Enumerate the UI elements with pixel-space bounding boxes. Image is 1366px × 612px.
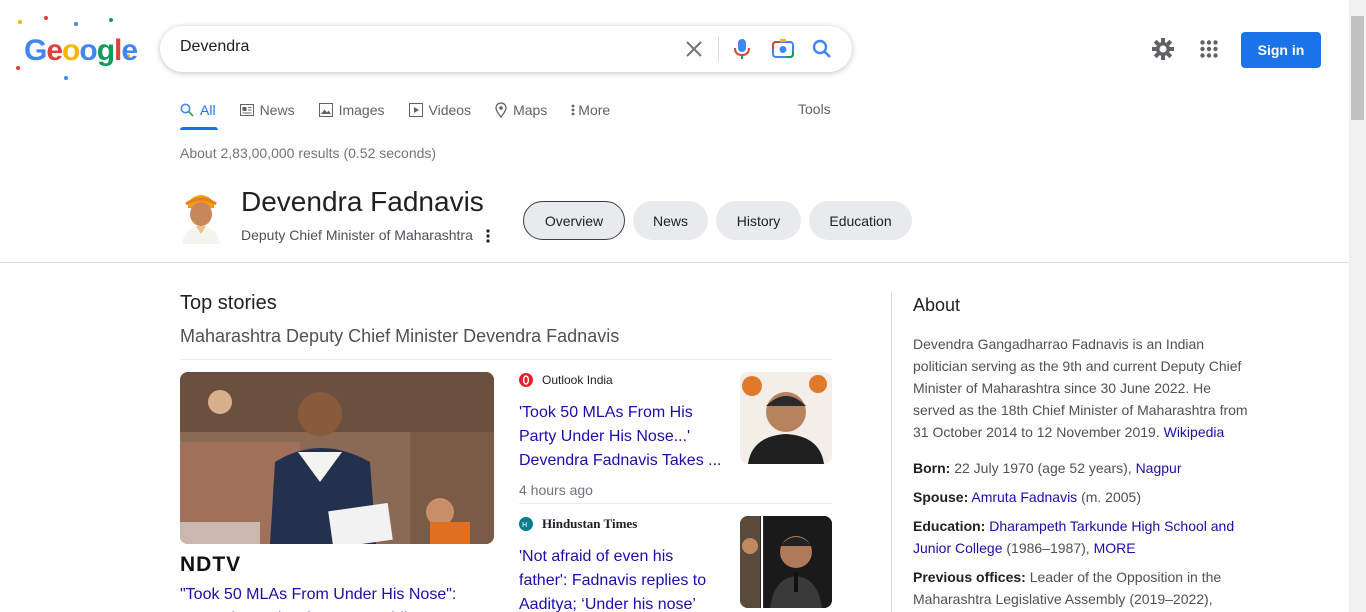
search-input[interactable] — [180, 38, 660, 56]
fact-born: Born: 22 July 1970 (age 52 years), Nagpu… — [913, 457, 1253, 479]
news-icon — [239, 104, 254, 116]
search-tabs: All News Images Videos Maps More — [180, 100, 634, 122]
search-icon — [180, 103, 194, 117]
story-thumbnail[interactable] — [740, 372, 832, 464]
svg-text:H: H — [522, 521, 527, 528]
sign-in-button[interactable]: Sign in — [1241, 32, 1321, 68]
main-story-headline[interactable]: "Took 50 MLAs From Under His Nose": Deve… — [180, 583, 494, 612]
tab-label: News — [259, 102, 295, 118]
confetti-dot — [74, 22, 78, 26]
search-icon[interactable] — [810, 37, 834, 61]
confetti-dot — [64, 76, 68, 80]
chip-education[interactable]: Education — [809, 201, 912, 240]
tab-label: Maps — [513, 102, 548, 118]
about-title: About — [913, 295, 961, 315]
story-thumbnail[interactable] — [740, 516, 832, 608]
source-ndtv-logo: NDTV — [180, 553, 242, 576]
tools-button[interactable]: Tools — [798, 101, 831, 117]
google-doodle-logo[interactable]: Geoogle — [14, 14, 138, 84]
fact-label: Spouse: — [913, 489, 969, 505]
fact-value: (m. 2005) — [1081, 489, 1141, 505]
fact-label: Previous offices: — [913, 569, 1026, 585]
search-box[interactable] — [160, 26, 852, 72]
about-description: Devendra Gangadharrao Fadnavis is an Ind… — [913, 333, 1253, 443]
column-divider — [891, 292, 892, 612]
gear-icon[interactable] — [1151, 37, 1175, 61]
logo-text: Geoogle — [24, 34, 138, 67]
confetti-dot — [109, 18, 113, 22]
active-tab-indicator — [180, 127, 218, 130]
top-stories-title: Top stories — [180, 292, 277, 314]
nagpur-link[interactable]: Nagpur — [1136, 460, 1182, 476]
more-vert-icon[interactable] — [480, 226, 496, 246]
clear-icon[interactable] — [682, 37, 706, 61]
entity-title: Devendra Fadnavis — [241, 186, 484, 217]
story-headline[interactable]: 'Not afraid of even his father': Fadnavi… — [519, 545, 725, 612]
microphone-icon[interactable] — [730, 37, 754, 61]
tab-videos[interactable]: Videos — [408, 100, 472, 120]
fact-previous-offices: Previous offices: Leader of the Oppositi… — [913, 566, 1253, 610]
outlook-logo-icon — [519, 373, 533, 387]
fact-label: Education: — [913, 518, 986, 534]
image-icon — [318, 103, 333, 117]
result-stats: About 2,83,00,000 results (0.52 seconds) — [180, 145, 437, 161]
story-divider — [519, 503, 832, 504]
fact-value: (1986–1987), — [1006, 540, 1090, 556]
confetti-dot — [18, 20, 22, 24]
source-name: Outlook India — [542, 373, 613, 387]
chip-history[interactable]: History — [716, 201, 801, 240]
confetti-dot — [16, 66, 20, 70]
video-icon — [408, 103, 423, 117]
tab-all[interactable]: All — [180, 100, 216, 120]
camera-lens-icon[interactable] — [771, 37, 795, 61]
chip-news[interactable]: News — [633, 201, 708, 240]
map-pin-icon — [495, 102, 507, 118]
more-vert-icon — [571, 104, 575, 116]
header-divider — [0, 262, 1349, 263]
tab-label: Images — [338, 102, 385, 118]
confetti-dot — [44, 16, 48, 20]
fact-value: 22 July 1970 (age 52 years), — [954, 460, 1132, 476]
main-story-image[interactable] — [180, 372, 494, 544]
tab-label: Videos — [428, 102, 472, 118]
fact-label: Born: — [913, 460, 951, 476]
wikipedia-link[interactable]: Wikipedia — [1164, 424, 1225, 440]
tab-label: All — [200, 102, 216, 118]
hindustan-times-logo-icon: H — [519, 517, 533, 531]
fact-spouse: Spouse: Amruta Fadnavis (m. 2005) — [913, 486, 1253, 508]
top-stories-divider — [180, 359, 832, 360]
story-headline[interactable]: 'Took 50 MLAs From His Party Under His N… — [519, 401, 725, 473]
tab-more[interactable]: More — [571, 100, 610, 120]
chip-overview[interactable]: Overview — [523, 201, 625, 240]
spouse-link[interactable]: Amruta Fadnavis — [971, 489, 1077, 505]
tab-news[interactable]: News — [239, 100, 295, 120]
scrollbar[interactable] — [1349, 0, 1366, 612]
scrollbar-thumb[interactable] — [1351, 16, 1364, 120]
story-time: 4 hours ago — [519, 482, 593, 498]
search-divider — [718, 36, 719, 62]
education-more-link[interactable]: MORE — [1094, 540, 1136, 556]
fact-education: Education: Dharampeth Tarkunde High Scho… — [913, 515, 1253, 559]
tab-label: More — [578, 102, 611, 118]
entity-thumbnail[interactable] — [180, 190, 222, 244]
source-name: Hindustan Times — [542, 516, 638, 531]
entity-subtitle: Deputy Chief Minister of Maharashtra — [241, 227, 473, 243]
tab-images[interactable]: Images — [318, 100, 385, 120]
apps-grid-icon[interactable] — [1197, 37, 1221, 61]
top-stories-subtitle: Maharashtra Deputy Chief Minister Devend… — [180, 326, 620, 346]
tab-maps[interactable]: Maps — [495, 100, 547, 120]
